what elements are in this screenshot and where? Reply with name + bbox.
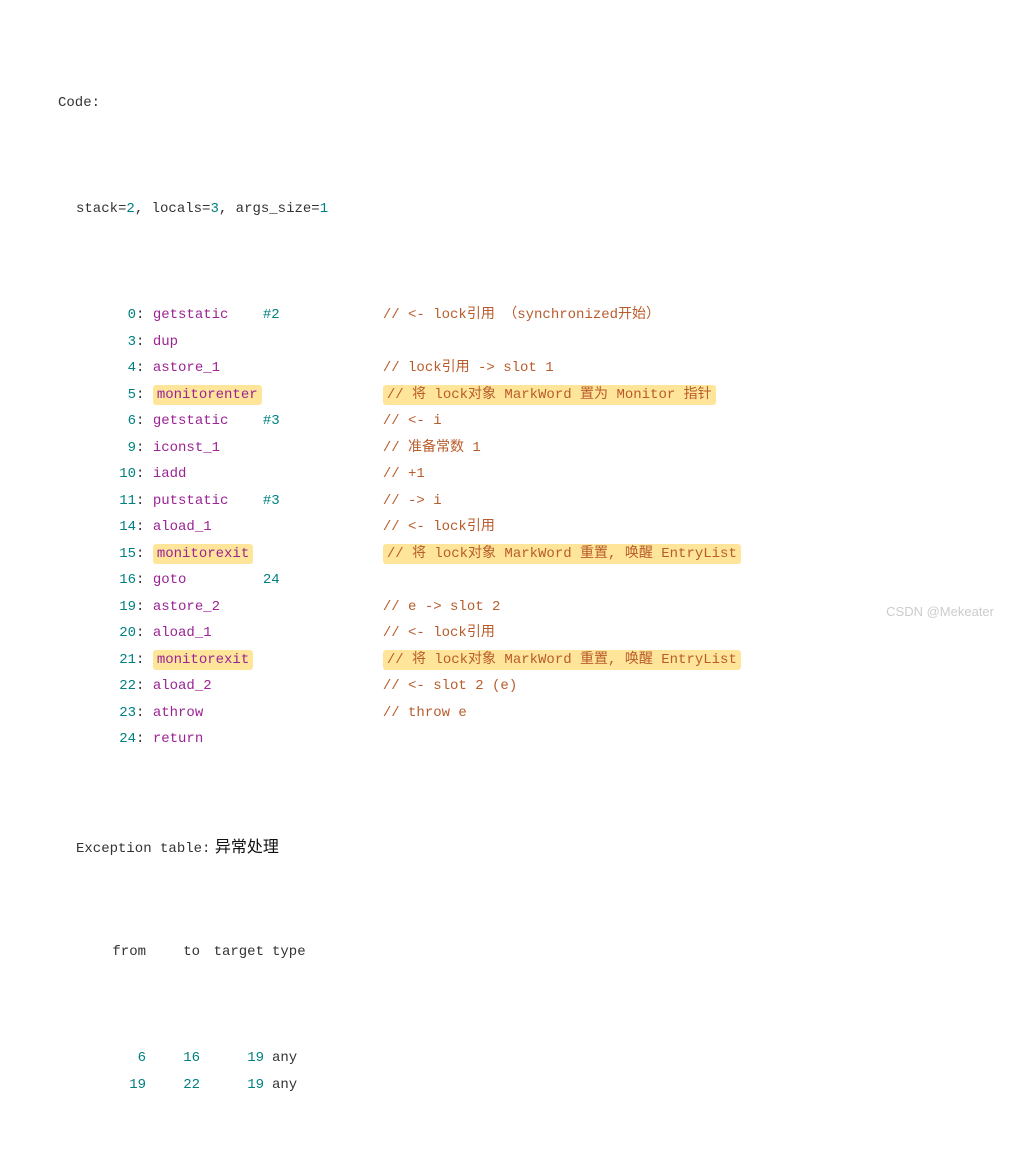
- code-header: Code:: [20, 90, 1014, 117]
- offset: 16: [92, 567, 136, 594]
- col-type: type: [264, 939, 324, 966]
- bytecode-line: 21: monitorexit// 将 lock对象 MarkWord 重置, …: [20, 647, 1014, 674]
- offset: 0: [92, 302, 136, 329]
- operand: #3: [263, 488, 383, 515]
- bottom-watermark: CSDN @Mekeater: [886, 600, 994, 625]
- comment: // <- lock引用 （synchronized开始）: [383, 302, 660, 329]
- instruction: getstatic: [153, 408, 263, 435]
- comment: // 将 lock对象 MarkWord 置为 Monitor 指针: [383, 382, 716, 409]
- bytecode-line: 3: dup: [20, 329, 1014, 356]
- offset: 15: [92, 541, 136, 568]
- bytecode-line: 9: iconst_1// 准备常数 1: [20, 435, 1014, 462]
- comment: // throw e: [383, 700, 467, 727]
- exception-chinese-label: 异常处理: [210, 833, 278, 863]
- comment: // 将 lock对象 MarkWord 重置, 唤醒 EntryList: [383, 541, 741, 568]
- offset: 20: [92, 620, 136, 647]
- offset: 14: [92, 514, 136, 541]
- bytecode-line: 20: aload_1// <- lock引用: [20, 620, 1014, 647]
- offset: 11: [92, 488, 136, 515]
- stack-info: stack=2, locals=3, args_size=1: [20, 196, 1014, 223]
- comment: // <- slot 2 (e): [383, 673, 517, 700]
- instruction: athrow: [153, 700, 263, 727]
- instruction: aload_2: [153, 673, 263, 700]
- comment: // 将 lock对象 MarkWord 重置, 唤醒 EntryList: [383, 647, 741, 674]
- instruction: iadd: [153, 461, 263, 488]
- comment: // 准备常数 1: [383, 435, 481, 462]
- comment: // lock引用 -> slot 1: [383, 355, 554, 382]
- exception-header: Exception table: 异常处理: [20, 833, 1014, 860]
- bytecode-line: 15: monitorexit// 将 lock对象 MarkWord 重置, …: [20, 541, 1014, 568]
- bytecode-line: 11: putstatic#3// -> i: [20, 488, 1014, 515]
- comment: // <- lock引用: [383, 620, 495, 647]
- col-from: from: [92, 939, 146, 966]
- offset: 19: [92, 594, 136, 621]
- instruction: astore_2: [153, 594, 263, 621]
- bytecode-line: 0: getstatic#2// <- lock引用 （synchronized…: [20, 302, 1014, 329]
- bytecode-line: 23: athrow// throw e: [20, 700, 1014, 727]
- offset: 4: [92, 355, 136, 382]
- bytecode-line: 10: iadd// +1: [20, 461, 1014, 488]
- header-label: Code:: [58, 90, 100, 117]
- offset: 3: [92, 329, 136, 356]
- instruction: monitorexit: [153, 541, 263, 568]
- comment: // <- i: [383, 408, 442, 435]
- offset: 9: [92, 435, 136, 462]
- instruction: dup: [153, 329, 263, 356]
- bytecode-line: 22: aload_2// <- slot 2 (e): [20, 673, 1014, 700]
- offset: 21: [92, 647, 136, 674]
- comment: // <- lock引用: [383, 514, 495, 541]
- offset: 6: [92, 408, 136, 435]
- operand: 24: [263, 567, 383, 594]
- instruction: return: [153, 726, 263, 753]
- operand: #3: [263, 408, 383, 435]
- operand: #2: [263, 302, 383, 329]
- exception-row: 61619any: [20, 1045, 1014, 1072]
- offset: 23: [92, 700, 136, 727]
- col-to: to: [146, 939, 200, 966]
- offset: 22: [92, 673, 136, 700]
- col-target: target: [200, 939, 264, 966]
- comment: // e -> slot 2: [383, 594, 501, 621]
- exception-row: 192219any: [20, 1072, 1014, 1099]
- instruction: aload_1: [153, 620, 263, 647]
- instruction: monitorexit: [153, 647, 263, 674]
- offset: 24: [92, 726, 136, 753]
- offset: 10: [92, 461, 136, 488]
- bytecode-line: 5: monitorenter// 将 lock对象 MarkWord 置为 M…: [20, 382, 1014, 409]
- bytecode-line: 4: astore_1// lock引用 -> slot 1: [20, 355, 1014, 382]
- bytecode-line: 6: getstatic#3// <- i: [20, 408, 1014, 435]
- instruction: iconst_1: [153, 435, 263, 462]
- instruction: putstatic: [153, 488, 263, 515]
- instruction: astore_1: [153, 355, 263, 382]
- instruction: monitorenter: [153, 382, 263, 409]
- bytecode-listing: Code: stack=2, locals=3, args_size=1 0: …: [20, 10, 1014, 1151]
- comment: // +1: [383, 461, 425, 488]
- instruction: goto: [153, 567, 263, 594]
- instruction: getstatic: [153, 302, 263, 329]
- bytecode-line: 24: return: [20, 726, 1014, 753]
- exception-columns: from to target type: [20, 939, 1014, 966]
- bytecode-line: 19: astore_2// e -> slot 2: [20, 594, 1014, 621]
- comment: // -> i: [383, 488, 442, 515]
- bytecode-line: 16: goto24: [20, 567, 1014, 594]
- offset: 5: [92, 382, 136, 409]
- bytecode-line: 14: aload_1// <- lock引用: [20, 514, 1014, 541]
- instruction: aload_1: [153, 514, 263, 541]
